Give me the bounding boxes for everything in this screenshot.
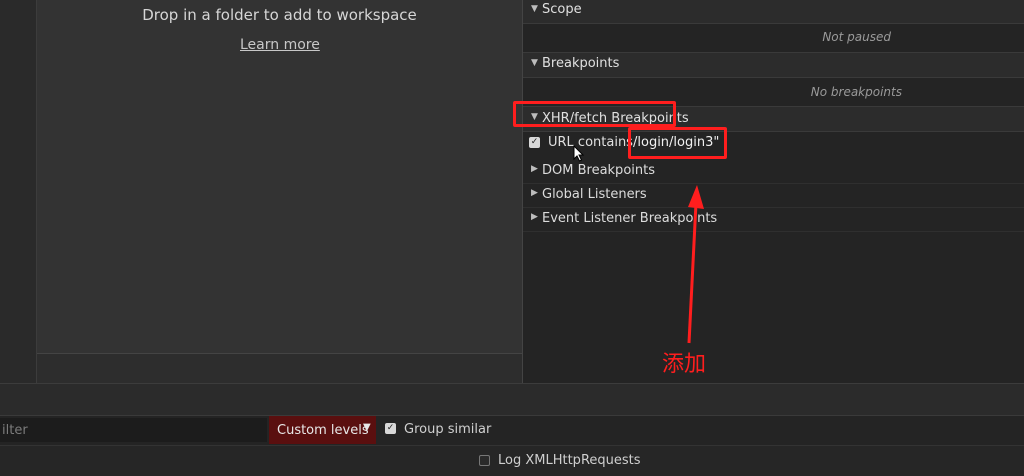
- dropdown-arrow-icon: ▼: [363, 422, 371, 433]
- log-xhr-checkbox[interactable]: [479, 455, 490, 466]
- annotation-add-label: 添加: [662, 352, 707, 377]
- xhr-breakpoint-row[interactable]: ✓ URL contains /login/login3": [523, 131, 1024, 162]
- url-contains-label: URL contains: [548, 135, 633, 150]
- group-similar-label: Group similar: [404, 422, 492, 437]
- triangle-right-icon: ▶: [531, 164, 538, 174]
- console-settings-bar: Log XMLHttpRequests: [0, 445, 1024, 476]
- console-toolbar: [0, 383, 1024, 416]
- event-listener-breakpoints-section-header[interactable]: ▶ Event Listener Breakpoints: [523, 207, 1024, 232]
- global-listeners-section-header[interactable]: ▶ Global Listeners: [523, 183, 1024, 208]
- annotation-arrow-icon: [687, 185, 704, 344]
- annotation-box-url-value: [628, 127, 727, 159]
- xhr-breakpoint-checkbox[interactable]: ✓: [529, 137, 540, 148]
- annotation-box-xhr-header: [513, 101, 676, 127]
- custom-levels-dropdown[interactable]: Custom levels ▼: [269, 416, 376, 444]
- left-sidebar-strip: [0, 0, 37, 383]
- triangle-down-icon: ▼: [531, 4, 538, 14]
- triangle-right-icon: ▶: [531, 188, 538, 198]
- scope-section-header[interactable]: ▼ Scope: [523, 0, 1024, 24]
- scope-message: Not paused: [822, 30, 891, 44]
- triangle-down-icon: ▼: [531, 58, 538, 68]
- triangle-right-icon: ▶: [531, 212, 538, 222]
- console-filter-input[interactable]: [0, 418, 267, 442]
- custom-levels-label: Custom levels: [277, 423, 369, 438]
- dom-breakpoints-label: DOM Breakpoints: [542, 163, 655, 178]
- group-similar-checkbox[interactable]: ✓: [385, 423, 396, 434]
- dom-breakpoints-section-header[interactable]: ▶ DOM Breakpoints: [523, 159, 1024, 184]
- breakpoints-message: No breakpoints: [810, 85, 902, 99]
- breakpoints-label: Breakpoints: [542, 56, 620, 71]
- drop-folder-message: Drop in a folder to add to workspace: [142, 6, 417, 24]
- learn-more-link[interactable]: Learn more: [240, 37, 320, 53]
- global-listeners-label: Global Listeners: [542, 187, 647, 202]
- scope-label: Scope: [542, 2, 582, 17]
- debugger-sidebar: ▼ Scope Not paused ▼ Breakpoints No brea…: [522, 0, 1024, 383]
- breakpoints-section-header[interactable]: ▼ Breakpoints: [523, 52, 1024, 78]
- log-xhr-label: Log XMLHttpRequests: [498, 453, 641, 468]
- workspace-footer: [37, 353, 522, 384]
